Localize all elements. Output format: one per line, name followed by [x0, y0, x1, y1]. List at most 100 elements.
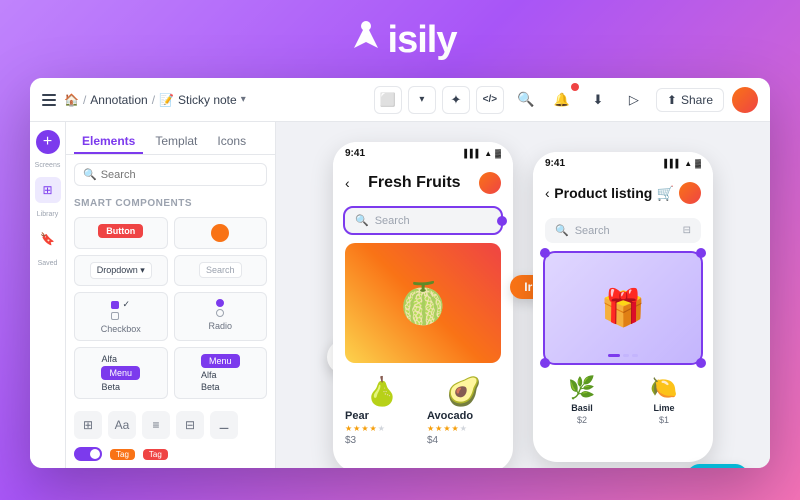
share-icon: ⬆: [667, 93, 677, 107]
pear-emoji: 🍐: [345, 375, 419, 408]
tab-elements[interactable]: Elements: [74, 130, 143, 154]
avocado-emoji: 🥑: [427, 375, 501, 408]
code-view-button[interactable]: </>: [476, 86, 504, 114]
phone1-time: 9:41: [345, 148, 365, 159]
breadcrumb-annotation[interactable]: Annotation: [90, 93, 147, 107]
phone1-title: Fresh Fruits: [368, 174, 460, 192]
play-button[interactable]: ▷: [620, 86, 648, 114]
signal-icon-2: ▌▌▌: [664, 159, 681, 168]
lime-emoji: 🍋: [650, 375, 677, 401]
logo-area: isily: [344, 18, 457, 62]
signal-icon: ▌▌▌: [464, 149, 481, 158]
phone2-status-bar: 9:41 ▌▌▌ ▲ ▓: [533, 152, 713, 174]
cart-icon[interactable]: 🛒: [657, 185, 674, 202]
product-lime[interactable]: 🍋 Lime $1: [627, 375, 701, 425]
phone1-avatar: [479, 172, 501, 194]
breadcrumb: 🏠 / Annotation / 📝 Sticky note ▾: [64, 93, 246, 107]
toolbar: 🏠 / Annotation / 📝 Sticky note ▾ ⬜ ▾ ✦ <…: [30, 78, 770, 122]
wifi-icon-2: ▲: [684, 159, 692, 168]
sticky-note-icon: 📝: [159, 93, 174, 107]
phone-mockup-1: 9:41 ▌▌▌ ▲ ▓ ‹ Fresh Fruits 🔍 Search: [333, 142, 513, 468]
smart-components-title: Smart components: [66, 194, 275, 213]
component-search[interactable]: Search: [174, 255, 268, 286]
phone2-header: ‹ Product listing 🛒: [533, 174, 713, 212]
download-button[interactable]: ⬇: [584, 86, 612, 114]
phone1-header: ‹ Fresh Fruits: [333, 164, 513, 202]
phone2-time: 9:41: [545, 158, 565, 169]
bookmark-button[interactable]: 🔖: [35, 226, 61, 252]
component-menu1[interactable]: Alfa Menu Beta: [74, 347, 168, 399]
chevron-tool-button[interactable]: ▾: [408, 86, 436, 114]
avocado-name: Avocado: [427, 410, 501, 422]
basil-price: $2: [577, 415, 587, 425]
phone2-search-placeholder: Search: [575, 225, 677, 237]
phone2-search[interactable]: 🔍 Search ⊟: [545, 218, 701, 243]
battery-icon-2: ▓: [695, 159, 701, 168]
frame-tool-button[interactable]: ⬜: [374, 86, 402, 114]
avocado-price: $4: [427, 435, 501, 446]
phone2-avatar: [679, 182, 701, 204]
pear-name: Pear: [345, 410, 419, 422]
phone2-title: Product listing: [554, 185, 652, 201]
app-window: 🏠 / Annotation / 📝 Sticky note ▾ ⬜ ▾ ✦ <…: [30, 78, 770, 468]
chevron-down-icon[interactable]: ▾: [241, 94, 246, 105]
product-pear[interactable]: 🍐 Pear ★★★★★ $3: [345, 375, 419, 464]
component-circle[interactable]: [174, 217, 268, 249]
basil-name: Basil: [571, 403, 593, 413]
search-input[interactable]: [101, 169, 258, 181]
tooltip-brian: Brian: [687, 464, 748, 468]
product-basil[interactable]: 🌿 Basil $2: [545, 375, 619, 425]
search-icon: 🔍: [355, 214, 369, 227]
icon-item-lines[interactable]: ⚊: [210, 411, 238, 439]
sidebar-icons-column: + Screens ⊞ Library 🔖 Saved: [30, 122, 66, 468]
library-label: Library: [37, 211, 58, 218]
search-input-wrap[interactable]: 🔍: [74, 163, 267, 186]
phone-mockup-2: 9:41 ▌▌▌ ▲ ▓ ‹ Product listing 🛒 🔍 Searc…: [533, 152, 713, 462]
battery-icon: ▓: [495, 149, 501, 158]
phone1-status-bar: 9:41 ▌▌▌ ▲ ▓: [333, 142, 513, 164]
back-arrow-2[interactable]: ‹: [545, 185, 550, 201]
search-icon: 🔍: [83, 168, 97, 181]
hamburger-menu[interactable]: [42, 94, 56, 106]
screens-label: Screens: [35, 162, 61, 169]
logo-icon: [344, 18, 388, 62]
grid-view-button[interactable]: ⊞: [35, 177, 61, 203]
saved-label: Saved: [38, 260, 58, 267]
component-checkbox[interactable]: ✓ Checkbox: [74, 292, 168, 341]
share-button[interactable]: ⬆ Share: [656, 88, 724, 112]
add-component-button[interactable]: +: [36, 130, 60, 154]
basil-emoji: 🌿: [568, 375, 595, 401]
component-menu2[interactable]: Menu Alfa Beta: [174, 347, 268, 399]
ai-tool-button[interactable]: ✦: [442, 86, 470, 114]
toggle-switch[interactable]: [74, 447, 102, 461]
component-radio[interactable]: Radio: [174, 292, 268, 341]
canvas-area: Oliver King Daniel 9:41 ▌▌▌ ▲ ▓ ‹: [276, 122, 770, 468]
icon-item-align[interactable]: ⊞: [74, 411, 102, 439]
lime-name: Lime: [653, 403, 674, 413]
icon-item-nav[interactable]: ⊟: [176, 411, 204, 439]
phone2-products: 🌿 Basil $2 🍋 Lime $1: [533, 367, 713, 433]
search-icon-2: 🔍: [555, 224, 569, 237]
product-avocado[interactable]: 🥑 Avocado ★★★★★ $4: [427, 375, 501, 464]
search-button[interactable]: 🔍: [512, 86, 540, 114]
back-arrow[interactable]: ‹: [345, 175, 350, 191]
tab-templates[interactable]: Templat: [147, 130, 205, 154]
fruit-image: 🍈: [345, 243, 501, 363]
breadcrumb-sticky[interactable]: Sticky note: [178, 93, 237, 107]
icon-item-type[interactable]: Aa: [108, 411, 136, 439]
user-avatar[interactable]: [732, 87, 758, 113]
main-content: + Screens ⊞ Library 🔖 Saved Elements Tem…: [30, 122, 770, 468]
pear-price: $3: [345, 435, 419, 446]
phone1-search-placeholder: Search: [375, 215, 410, 227]
wifi-icon: ▲: [484, 149, 492, 158]
component-dropdown[interactable]: Dropdown ▾: [74, 255, 168, 286]
products-grid: 🍐 Pear ★★★★★ $3 🥑 Avocado ★★★★★ $4: [333, 367, 513, 468]
component-button[interactable]: Button: [74, 217, 168, 249]
orange-badge: Tag: [110, 449, 135, 460]
icon-item-menu[interactable]: ≡: [142, 411, 170, 439]
lime-price: $1: [659, 415, 669, 425]
notification-button[interactable]: 🔔: [548, 86, 576, 114]
home-icon[interactable]: 🏠: [64, 93, 79, 107]
tab-icons[interactable]: Icons: [209, 130, 254, 154]
phone1-search[interactable]: 🔍 Search: [345, 208, 501, 233]
